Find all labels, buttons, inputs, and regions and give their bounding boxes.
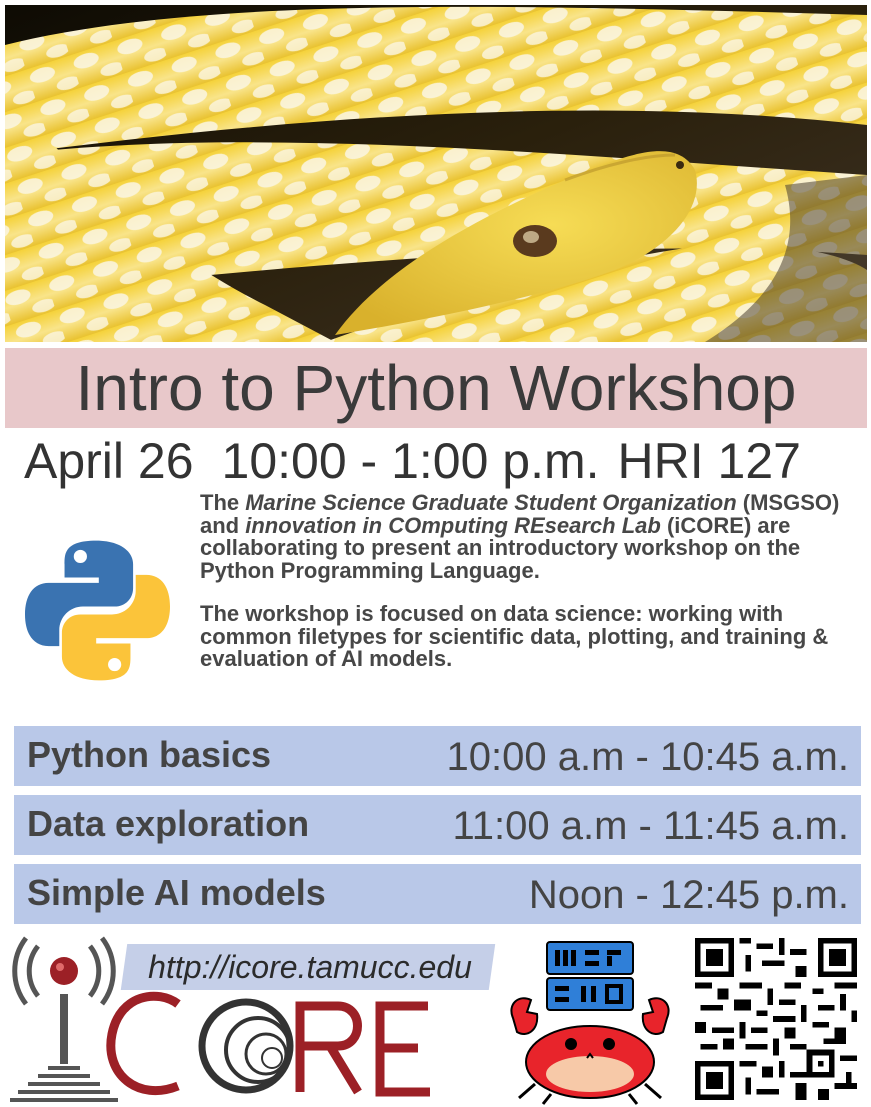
icore-name: innovation in COmputing REsearch Lab <box>245 512 661 538</box>
description-paragraph-1: The Marine Science Graduate Student Orga… <box>200 490 860 582</box>
page-title: Intro to Python Workshop <box>75 352 797 424</box>
session-time: 11:00 a.m - 11:45 a.m. <box>452 804 849 848</box>
session-name: Data exploration <box>27 803 310 844</box>
event-location: HRI 127 <box>617 433 801 489</box>
schedule-row: Python basics 10:00 a.m - 10:45 a.m. <box>14 726 861 786</box>
session-time: Noon - 12:45 p.m. <box>528 873 849 917</box>
msgso-name: Marine Science Graduate Student Organiza… <box>245 490 737 515</box>
hero-python-photo <box>5 5 867 342</box>
description-paragraph-2: The workshop is focused on data science:… <box>200 601 829 671</box>
qr-code-icon[interactable] <box>695 938 857 1100</box>
website-link[interactable]: http://icore.tamucc.edu <box>132 944 488 990</box>
event-time: 10:00 - 1:00 p.m. <box>221 433 600 489</box>
event-date: April 26 <box>24 433 194 489</box>
schedule-row: Simple AI models Noon - 12:45 p.m. <box>14 864 861 924</box>
msgso-crab-logo-icon <box>510 941 670 1105</box>
python-logo-icon <box>25 540 170 681</box>
desc-text: The <box>200 490 246 515</box>
session-name: Python basics <box>27 734 272 775</box>
footer: http://icore.tamucc.edu <box>0 930 871 1107</box>
session-name: Simple AI models <box>27 872 326 913</box>
title-band: Intro to Python Workshop <box>5 348 867 428</box>
event-details: April 26 10:00 - 1:00 p.m. HRI 127 <box>24 430 854 492</box>
description: The Marine Science Graduate Student Orga… <box>200 490 860 671</box>
session-time: 10:00 a.m - 10:45 a.m. <box>446 735 849 779</box>
schedule-row: Data exploration 11:00 a.m - 11:45 a.m. <box>14 795 861 855</box>
